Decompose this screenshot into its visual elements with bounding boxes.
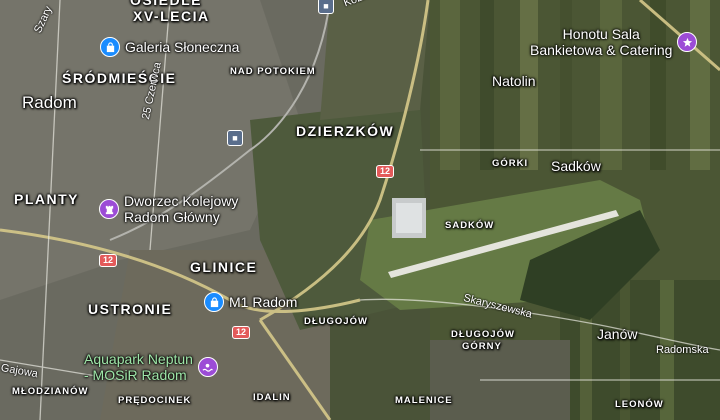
poi-aquapark-neptun[interactable]: Aquapark Neptun - MOSiR Radom: [84, 351, 218, 383]
road-shield-12: 12: [232, 326, 251, 339]
district-label-dzierzkow: DZIERZKÓW: [296, 123, 395, 139]
place-label-sadkow: Sadków: [551, 158, 601, 174]
district-label-dlugojow-gorny-2: GÓRNY: [462, 341, 502, 352]
city-label-radom: Radom: [22, 93, 77, 112]
district-label-dlugojow-gorny-1: DŁUGOJÓW: [451, 329, 515, 340]
district-label-glinice: GLINICE: [190, 259, 258, 275]
poi-label-line2: - MOSiR Radom: [84, 367, 187, 383]
poi-label-line2: Radom Główny: [124, 209, 220, 225]
poi-label-line1: Honotu Sala: [562, 26, 640, 42]
district-label-nad-potokiem: NAD POTOKIEM: [230, 66, 316, 77]
poi-label-line1: Dworzec Kolejowy: [124, 193, 239, 209]
pool-icon: [197, 357, 218, 377]
district-label-planty: PLANTY: [14, 191, 79, 207]
train-station-icon[interactable]: ■: [227, 130, 243, 146]
district-label-sadkow-small: SADKÓW: [445, 220, 495, 231]
poi-label-line2: Bankietowa & Catering: [530, 42, 673, 58]
train-station-icon[interactable]: ■: [318, 0, 334, 14]
road-label-radomska: Radomska: [656, 344, 709, 356]
poi-label: M1 Radom: [229, 294, 298, 310]
district-label-ustronie: USTRONIE: [88, 301, 173, 317]
district-label-osiedle: OSIEDLE: [130, 0, 202, 8]
poi-galeria-sloneczna[interactable]: Galeria Słoneczna: [100, 37, 239, 57]
place-label-natolin: Natolin: [492, 73, 536, 89]
district-label-predocinek: PRĘDOCINEK: [118, 395, 192, 406]
shopping-bag-icon: [100, 37, 120, 57]
poi-m1-radom[interactable]: M1 Radom: [204, 292, 297, 312]
district-label-mlodzianow: MŁODZIANÓW: [12, 386, 89, 397]
district-label-xv-lecia: XV-LECIA: [133, 8, 210, 24]
rook-icon: [99, 199, 119, 219]
poi-dworzec-kolejowy[interactable]: Dworzec Kolejowy Radom Główny: [99, 193, 238, 225]
poi-label-line1: Aquapark Neptun: [84, 351, 193, 367]
poi-label: Galeria Słoneczna: [125, 39, 240, 55]
place-label-janow: Janów: [597, 326, 638, 342]
district-label-leonow: LEONÓW: [615, 399, 664, 410]
satellite-map[interactable]: OSIEDLE XV-LECIA ŚRÓDMIEŚCIE Radom NAD P…: [0, 0, 720, 420]
shopping-bag-icon: [204, 292, 224, 312]
road-shield-12: 12: [376, 165, 395, 178]
road-shield-12: 12: [99, 254, 118, 267]
district-label-idalin: IDALIN: [253, 392, 291, 403]
district-label-dlugojow: DŁUGOJÓW: [304, 316, 368, 327]
star-icon: [677, 32, 698, 52]
poi-honotu-sala[interactable]: Honotu Sala Bankietowa & Catering: [530, 26, 698, 58]
district-label-malenice: MALENICE: [395, 395, 453, 406]
district-label-gorki: GÓRKI: [492, 158, 529, 169]
